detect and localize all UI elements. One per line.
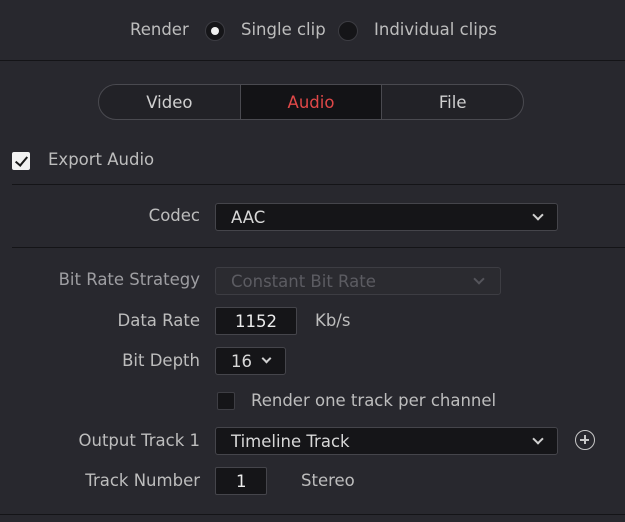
bit-rate-strategy-value: Constant Bit Rate — [231, 271, 376, 291]
single-clip-radio[interactable] — [205, 21, 225, 41]
single-clip-label[interactable]: Single clip — [241, 20, 326, 39]
track-channel-label: Stereo — [301, 471, 355, 490]
data-rate-label: Data Rate — [117, 311, 200, 330]
tab-video[interactable]: Video — [99, 85, 241, 119]
individual-clips-radio[interactable] — [338, 21, 358, 41]
output-track-value: Timeline Track — [231, 431, 350, 451]
tab-audio[interactable]: Audio — [240, 85, 383, 119]
chevron-down-icon — [532, 433, 544, 445]
tab-file[interactable]: File — [382, 85, 523, 119]
render-label: Render — [130, 20, 189, 39]
render-per-channel-label[interactable]: Render one track per channel — [251, 391, 496, 410]
data-rate-input[interactable]: 1152 — [215, 307, 297, 335]
codec-dropdown[interactable]: AAC — [215, 203, 558, 231]
bit-depth-dropdown[interactable]: 16 — [215, 347, 286, 375]
render-per-channel-checkbox[interactable] — [217, 392, 235, 410]
divider — [0, 514, 625, 515]
chevron-down-icon — [532, 209, 544, 221]
codec-value: AAC — [231, 207, 266, 227]
chevron-down-icon — [473, 273, 485, 285]
data-rate-unit: Kb/s — [315, 311, 351, 330]
track-number-label: Track Number — [85, 471, 200, 490]
chevron-down-icon — [261, 353, 272, 364]
output-track-dropdown[interactable]: Timeline Track — [215, 427, 558, 455]
bit-rate-strategy-label: Bit Rate Strategy — [58, 270, 200, 289]
add-track-icon[interactable] — [575, 430, 595, 450]
divider — [12, 247, 625, 248]
bit-depth-value: 16 — [231, 351, 252, 371]
export-audio-label[interactable]: Export Audio — [48, 150, 154, 169]
settings-tabs: Video Audio File — [98, 84, 524, 120]
divider — [0, 60, 625, 61]
codec-label: Codec — [148, 206, 200, 225]
bit-depth-label: Bit Depth — [122, 351, 200, 370]
track-number-input[interactable]: 1 — [215, 467, 267, 495]
divider — [12, 184, 625, 185]
individual-clips-label[interactable]: Individual clips — [374, 20, 497, 39]
export-audio-checkbox[interactable] — [12, 152, 30, 170]
bit-rate-strategy-dropdown[interactable]: Constant Bit Rate — [215, 267, 501, 295]
output-track-label: Output Track 1 — [78, 431, 200, 450]
